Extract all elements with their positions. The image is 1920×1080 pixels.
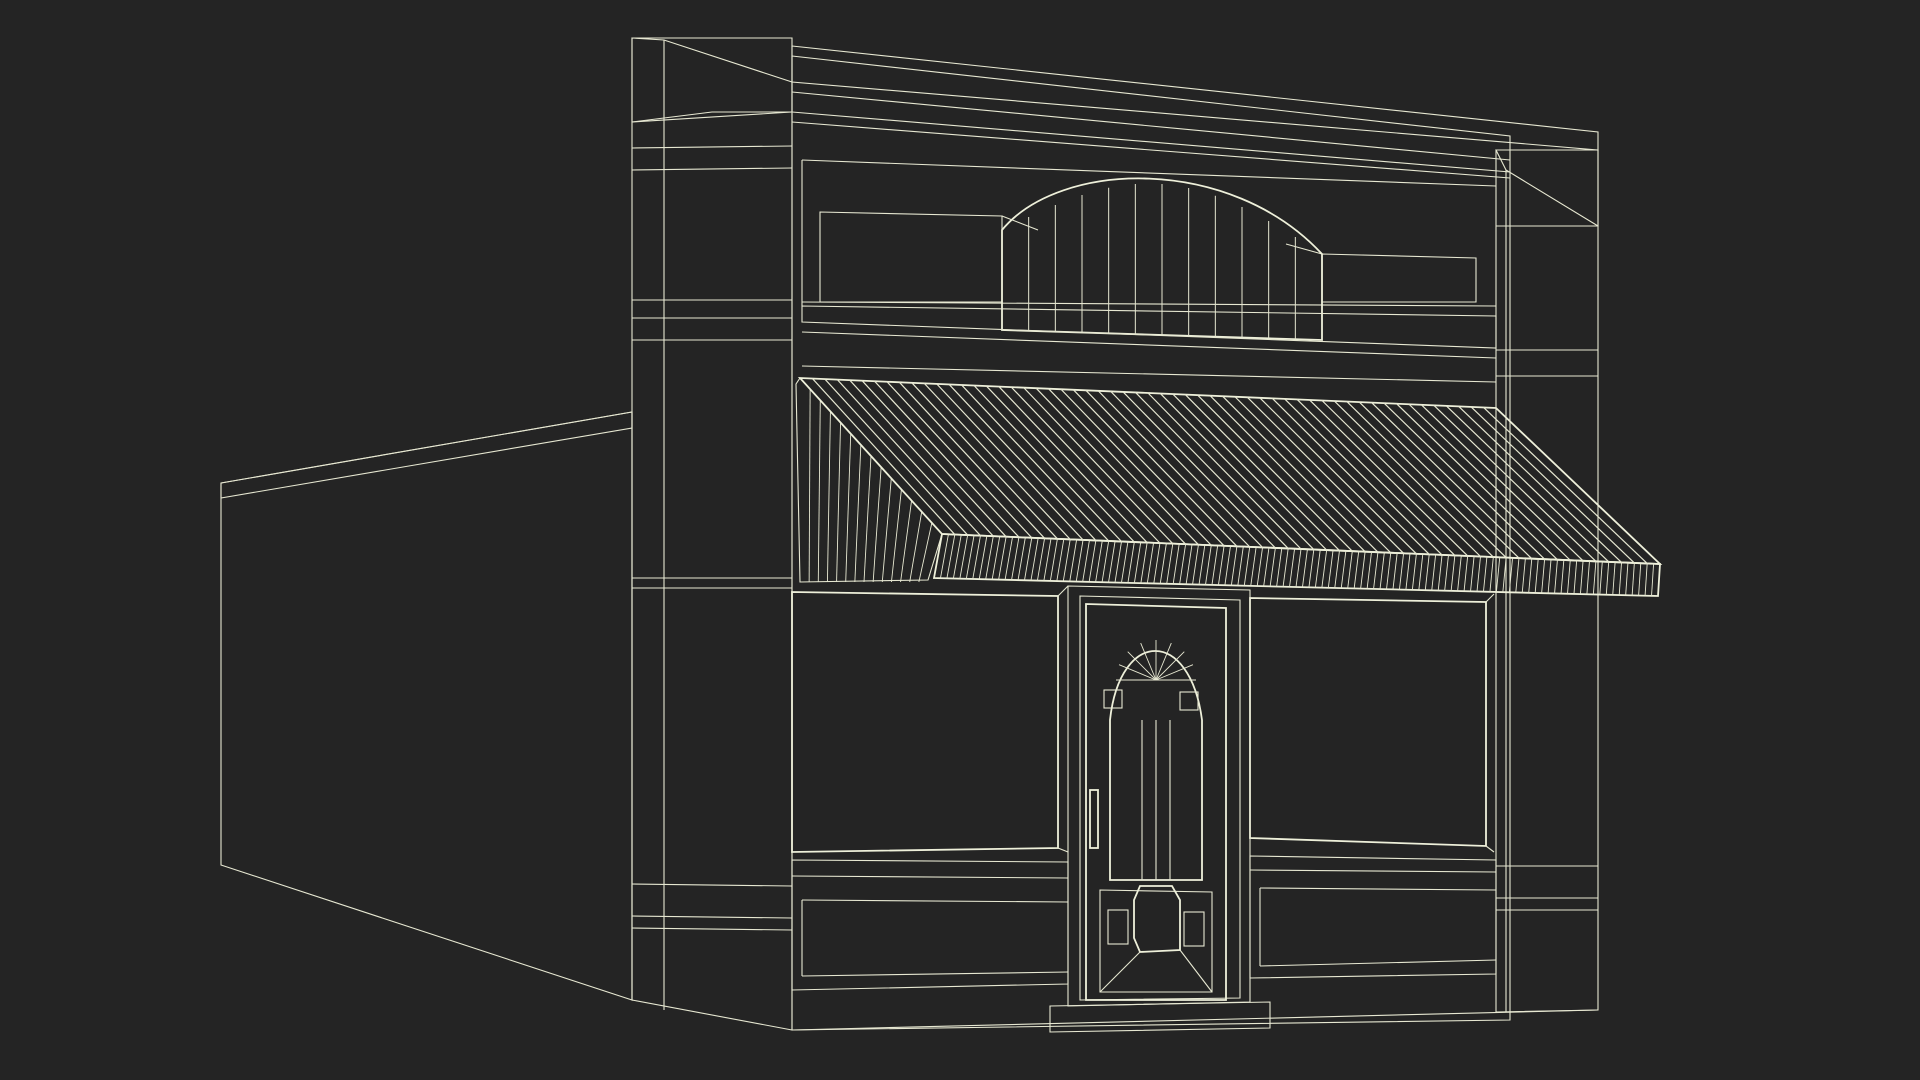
storefront-wireframe-render: [0, 0, 1920, 1080]
render-viewport: [0, 0, 1920, 1080]
